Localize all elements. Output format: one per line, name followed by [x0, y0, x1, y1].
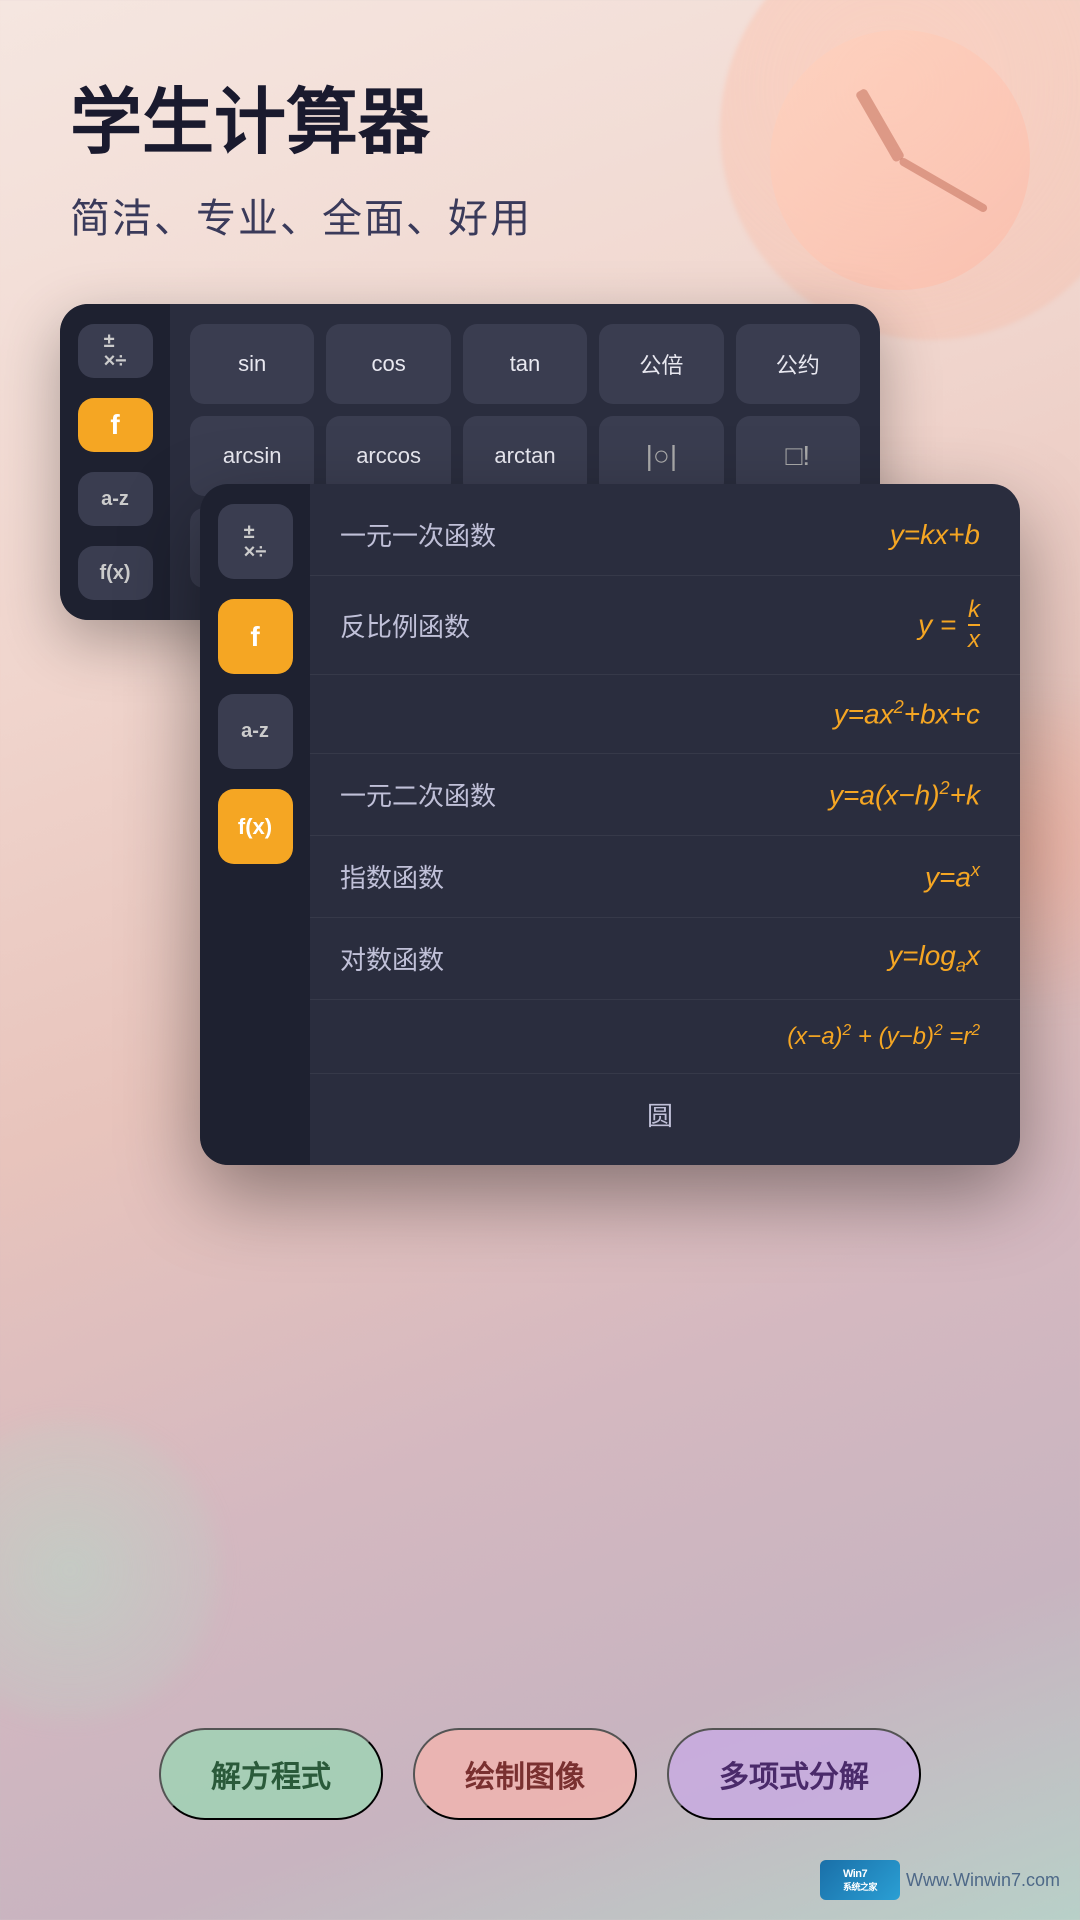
func-row-circle-eq[interactable]: (x−a)2 + (y−b)2 =r2	[310, 1000, 1020, 1074]
func-row-linear[interactable]: 一元一次函数 y=kx+b	[310, 494, 1020, 576]
calc-row-1: sin cos tan 公倍 公约	[190, 324, 860, 404]
func-name-exponential: 指数函数	[340, 858, 444, 895]
bg-decoration-bottom-left	[0, 1420, 220, 1720]
side-f-button[interactable]: f	[78, 398, 153, 452]
solve-equation-button[interactable]: 解方程式	[159, 1728, 383, 1820]
main-title: 学生计算器	[70, 80, 1010, 166]
func-row-logarithm[interactable]: 对数函数 y=logax	[310, 918, 1020, 1000]
side-az-button[interactable]: a-z	[78, 472, 153, 526]
bottom-buttons-area: 解方程式 绘制图像 多项式分解	[0, 1728, 1080, 1820]
gcd-button[interactable]: 公约	[736, 324, 860, 404]
front-side-fx-button[interactable]: f(x)	[218, 789, 293, 864]
func-row-inverse[interactable]: 反比例函数 y = k x	[310, 576, 1020, 675]
cards-area: ±×÷ f a-z f(x) sin cos tan 公倍 公约 arcsin	[0, 284, 1080, 1184]
func-row-circle[interactable]: 圆	[310, 1074, 1020, 1155]
tan-button[interactable]: tan	[463, 324, 587, 404]
lcm-button[interactable]: 公倍	[599, 324, 723, 404]
front-side-ops-button[interactable]: ±×÷	[218, 504, 293, 579]
function-list-card: ±×÷ f a-z f(x) 一元一次函数 y=kx+b 反比例函数 y =	[200, 484, 1020, 1164]
func-name-inverse: 反比例函数	[340, 607, 470, 644]
sin-button[interactable]: sin	[190, 324, 314, 404]
func-formula-inverse: y = k x	[918, 598, 980, 652]
front-side-az-button[interactable]: a-z	[218, 694, 293, 769]
func-name-linear: 一元一次函数	[340, 516, 496, 553]
func-formula-exponential: y=ax	[925, 860, 980, 893]
subtitle: 简洁、专业、全面、好用	[70, 186, 1010, 244]
function-list: 一元一次函数 y=kx+b 反比例函数 y = k x y=ax2+bx+c	[310, 484, 1020, 1164]
func-formula-quadratic-vertex: y=a(x−h)2+k	[829, 778, 980, 811]
func-name-logarithm: 对数函数	[340, 940, 444, 977]
func-row-quadratic-vertex[interactable]: 一元二次函数 y=a(x−h)2+k	[310, 754, 1020, 836]
watermark-url: Www.Winwin7.com	[906, 1870, 1060, 1891]
func-formula-circle-eq: (x−a)2 + (y−b)2 =r2	[787, 1022, 980, 1051]
func-formula-logarithm: y=logax	[888, 940, 980, 977]
cos-button[interactable]: cos	[326, 324, 450, 404]
front-side-f-button[interactable]: f	[218, 599, 293, 674]
func-formula-linear: y=kx+b	[890, 519, 980, 551]
draw-graph-button[interactable]: 绘制图像	[413, 1728, 637, 1820]
header: 学生计算器 简洁、专业、全面、好用	[0, 0, 1080, 284]
func-formula-quadratic-std: y=ax2+bx+c	[834, 697, 980, 730]
factorize-button[interactable]: 多项式分解	[667, 1728, 921, 1820]
side-fx-button[interactable]: f(x)	[78, 546, 153, 600]
func-name-quadratic: 一元二次函数	[340, 776, 496, 813]
func-row-exponential[interactable]: 指数函数 y=ax	[310, 836, 1020, 918]
watermark: Win7系统之家 Www.Winwin7.com	[820, 1860, 1060, 1900]
calc-back-side-buttons: ±×÷ f a-z f(x)	[60, 304, 170, 620]
func-row-quadratic-std[interactable]: y=ax2+bx+c	[310, 675, 1020, 753]
calc-front-side-buttons: ±×÷ f a-z f(x)	[200, 484, 310, 1164]
watermark-logo: Win7系统之家	[820, 1860, 900, 1900]
side-ops-button[interactable]: ±×÷	[78, 324, 153, 378]
func-name-circle: 圆	[340, 1096, 980, 1133]
